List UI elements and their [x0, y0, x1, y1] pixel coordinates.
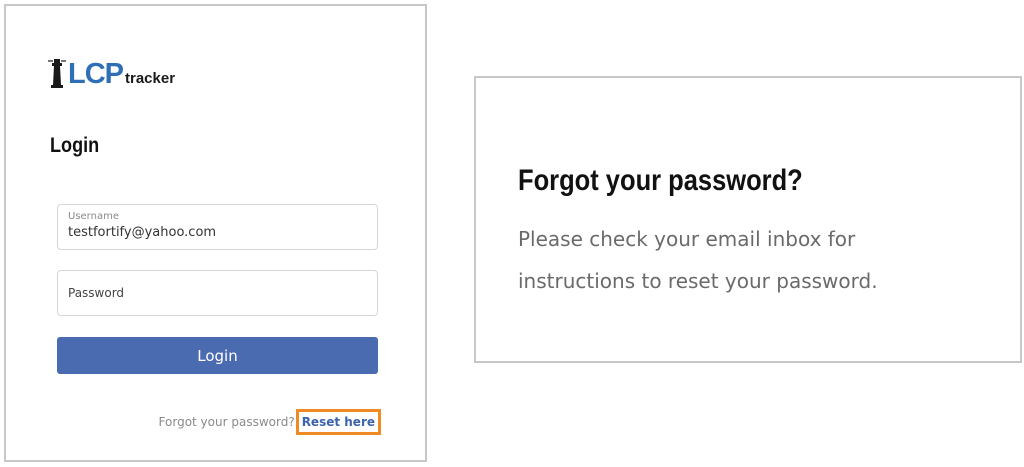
forgot-password-text: Forgot your password?	[158, 415, 295, 429]
username-value: testfortify@yahoo.com	[68, 225, 217, 240]
login-button[interactable]: Login	[57, 337, 378, 374]
forgot-password-panel: Forgot your password? Please check your …	[474, 76, 1022, 363]
forgot-password-heading: Forgot your password?	[518, 164, 803, 197]
forgot-password-row: Forgot your password? Reset here	[159, 409, 381, 435]
logo-brand-main: LCP	[68, 58, 124, 90]
app-logo: LCP tracker	[48, 53, 175, 89]
login-heading: Login	[50, 134, 100, 157]
forgot-password-message: Please check your email inbox for instru…	[518, 227, 878, 293]
password-field[interactable]: Password	[57, 270, 378, 316]
logo-brand-sub: tracker	[125, 70, 176, 87]
username-field[interactable]: Username testfortify@yahoo.com	[57, 204, 378, 250]
lighthouse-icon	[48, 59, 66, 88]
username-label: Username	[68, 211, 119, 222]
password-placeholder: Password	[68, 286, 125, 300]
login-panel: LCP tracker Login Username testfortify@y…	[4, 4, 427, 462]
logo-wordmark: LCP tracker	[68, 60, 175, 89]
reset-here-link[interactable]: Reset here	[295, 409, 381, 435]
